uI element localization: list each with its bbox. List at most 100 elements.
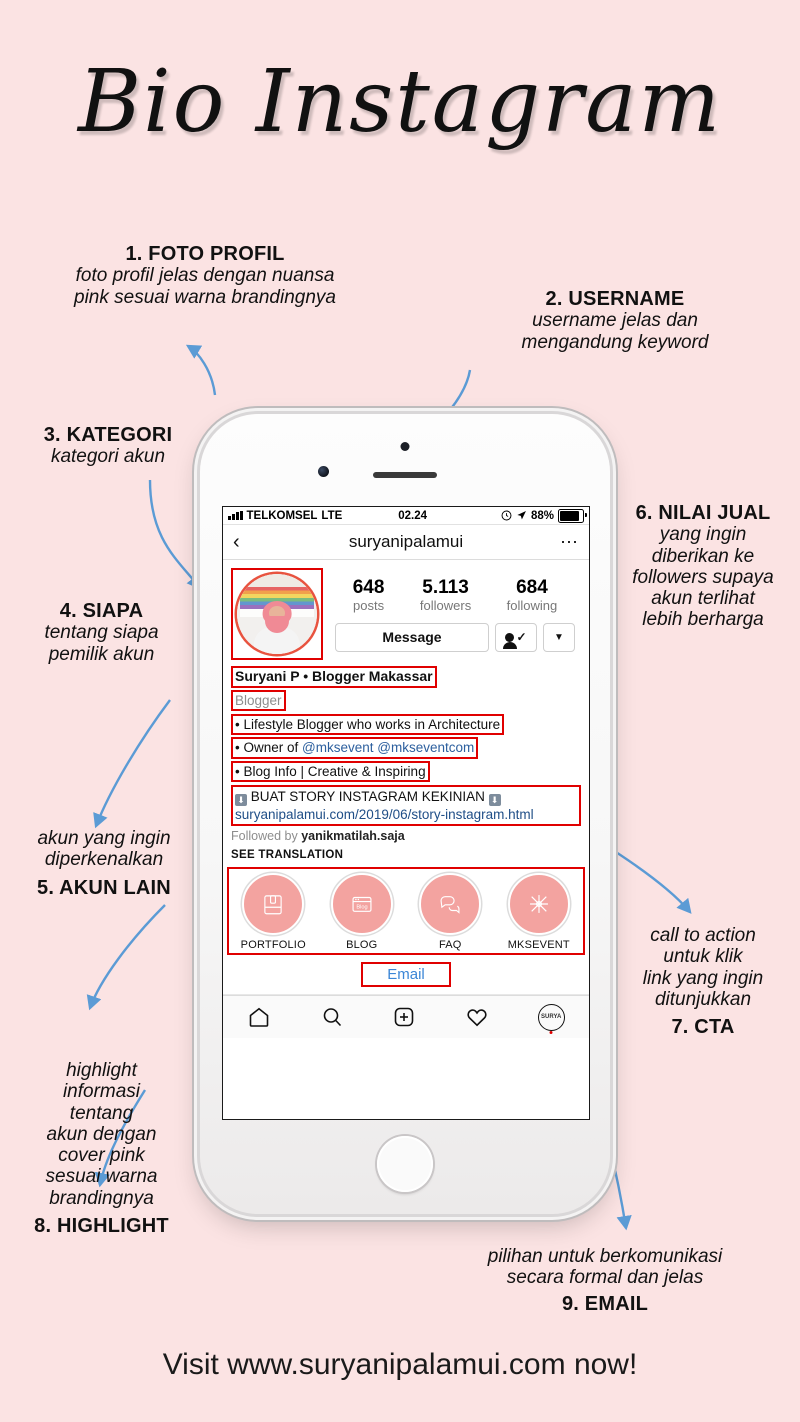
highlights-highlight-box: PORTFOLIO Blog BLOG FAQ MKSEVENT — [227, 867, 585, 956]
home-button[interactable] — [377, 1136, 433, 1192]
location-arrow-icon — [517, 511, 526, 520]
annotation-1-line-1: foto profil jelas dengan nuansa — [75, 265, 335, 287]
arrow-down-box-icon: ⬇ — [235, 793, 247, 806]
annotation-7-line-3: link yang ingin — [642, 967, 764, 989]
proximity-sensor-icon — [400, 442, 410, 451]
stat-followers-label: followers — [419, 597, 472, 613]
more-actions-button[interactable]: ▼ — [543, 622, 575, 652]
following-button[interactable]: ✓ — [495, 622, 537, 652]
annotation-8-heading: 8. HIGHLIGHT — [34, 1214, 169, 1237]
highlight-blog-label: BLOG — [346, 939, 378, 952]
highlight-blog[interactable]: Blog BLOG — [326, 873, 398, 951]
annotation-4-line-1: tentang siapa — [44, 622, 159, 644]
profile-nav-bar: ‹ suryanipalamui ⋯ — [223, 525, 589, 560]
back-icon[interactable]: ‹ — [233, 532, 259, 552]
search-icon[interactable] — [320, 1005, 344, 1029]
highlight-portfolio-label: PORTFOLIO — [240, 939, 306, 952]
highlight-mksevent[interactable]: MKSEVENT — [503, 873, 575, 951]
alarm-icon — [501, 510, 512, 521]
annotation-6-line-3: followers supaya — [632, 566, 774, 588]
message-button[interactable]: Message — [335, 622, 489, 652]
bio-line-2: • Owner of @mksevent @mkseventcom — [231, 737, 479, 759]
followed-by-user[interactable]: yanikmatilah.saja — [301, 829, 405, 843]
infographic-canvas: Bio Instagram 1. FOTO PROFIL foto profil… — [0, 0, 800, 1422]
cta-line: ⬇ BUAT STORY INSTAGRAM KEKINIAN ⬇ — [235, 788, 577, 806]
annotation-7: call to action untuk klik link yang ingi… — [608, 925, 798, 1038]
mention-mkseventcom[interactable]: @mkseventcom — [377, 740, 474, 755]
followed-by-prefix: Followed by — [231, 829, 298, 844]
annotation-1-heading: 1. FOTO PROFIL — [125, 243, 285, 265]
annotation-3: 3. KATEGORI kategori akun — [8, 424, 208, 468]
battery-percent: 88% — [530, 509, 554, 522]
annotation-8-line-2: informasi — [62, 1081, 141, 1103]
annotation-5-line-2: diperkenalkan — [44, 849, 164, 871]
more-options-icon[interactable]: ⋯ — [553, 532, 579, 553]
battery-icon — [558, 508, 587, 523]
sparkle-icon — [507, 873, 570, 936]
phone-mockup: TELKOMSEL LTE 02.24 88% ‹ suryanipalamui… — [200, 414, 610, 1214]
stat-following-label: following — [506, 597, 558, 613]
annotation-9: pilihan untuk berkomunikasi secara forma… — [420, 1246, 790, 1315]
annotation-9-line-2: secara formal dan jelas — [506, 1267, 704, 1289]
avatar[interactable] — [237, 574, 317, 654]
carrier-label: TELKOMSEL — [246, 509, 318, 522]
phone-screen: TELKOMSEL LTE 02.24 88% ‹ suryanipalamui… — [222, 506, 590, 1120]
annotation-6-line-1: yang ingin — [659, 524, 747, 546]
plus-square-icon[interactable] — [392, 1005, 416, 1029]
heart-icon[interactable] — [465, 1005, 489, 1029]
annotation-2-line-1: username jelas dan — [532, 310, 698, 332]
chevron-down-icon: ▼ — [554, 631, 564, 643]
annotation-6: 6. NILAI JUAL yang ingin diberikan ke fo… — [608, 502, 798, 631]
arrow-down-box-icon-2: ⬇ — [488, 793, 501, 806]
annotation-4: 4. SIAPA tentang siapa pemilik akun — [4, 600, 199, 665]
bio-line-3: • Blog Info | Creative & Inspiring — [231, 760, 430, 782]
bio-line-1: • Lifestyle Blogger who works in Archite… — [231, 714, 505, 736]
profile-avatar-icon[interactable]: SURYA — [537, 1003, 565, 1031]
annotation-7-line-2: untuk klik — [663, 946, 743, 968]
status-bar: TELKOMSEL LTE 02.24 88% — [223, 507, 589, 525]
annotation-3-line-1: kategori akun — [50, 446, 166, 468]
see-translation-button[interactable]: SEE TRANSLATION — [223, 843, 589, 867]
annotation-5-line-1: akun yang ingin — [37, 828, 171, 849]
footer-cta: Visit www.suryanipalamui.com now! — [162, 1348, 638, 1381]
annotation-7-line-4: ditunjukkan — [654, 988, 752, 1010]
stat-following[interactable]: 684 following — [507, 578, 558, 613]
profile-actions: Message ✓ ▼ — [331, 615, 579, 652]
stat-followers[interactable]: 5.113 followers — [420, 578, 471, 613]
chat-bubbles-icon — [419, 873, 482, 936]
annotation-1: 1. FOTO PROFIL foto profil jelas dengan … — [20, 243, 390, 308]
profile-header: 648 posts 5.113 followers 684 following — [223, 560, 589, 664]
portfolio-folder-icon — [242, 873, 305, 936]
highlight-faq[interactable]: FAQ — [414, 873, 486, 951]
bio-link[interactable]: suryanipalamui.com/2019/06/story-instagr… — [235, 806, 577, 823]
stat-posts[interactable]: 648 posts — [353, 578, 385, 613]
annotation-8-line-5: cover pink — [58, 1145, 145, 1167]
annotation-6-heading: 6. NILAI JUAL — [635, 502, 771, 524]
annotation-8-line-1: highlight — [66, 1060, 137, 1081]
display-name: Suryani P • Blogger Makassar — [231, 666, 437, 688]
status-time: 02.24 — [398, 509, 428, 522]
highlight-portfolio[interactable]: PORTFOLIO — [237, 873, 309, 951]
stat-following-value: 684 — [516, 577, 548, 598]
stat-posts-value: 648 — [352, 577, 385, 598]
profile-avatar-label: SURYA — [541, 1014, 562, 1021]
annotation-2-heading: 2. USERNAME — [545, 288, 685, 310]
annotation-9-line-1: pilihan untuk berkomunikasi — [487, 1246, 723, 1267]
email-button[interactable]: Email — [361, 962, 451, 988]
annotation-2: 2. USERNAME username jelas dan mengandun… — [450, 288, 780, 353]
highlight-faq-label: FAQ — [438, 939, 462, 952]
cta-text: BUAT STORY INSTAGRAM KEKINIAN — [250, 788, 485, 804]
followed-by: Followed by yanikmatilah.saja — [223, 826, 589, 843]
home-icon[interactable] — [247, 1005, 271, 1029]
profile-stats: 648 posts 5.113 followers 684 following — [331, 568, 579, 615]
mention-mksevent[interactable]: @mksevent — [302, 740, 373, 755]
earpiece-speaker — [373, 472, 437, 478]
stat-followers-value: 5.113 — [422, 577, 469, 598]
profile-bio: Suryani P • Blogger Makassar Blogger • L… — [223, 664, 589, 827]
annotation-7-heading: 7. CTA — [671, 1016, 735, 1039]
annotation-1-line-2: pink sesuai warna brandingnya — [74, 286, 336, 308]
annotation-8: highlight informasi tentang akun dengan … — [4, 1060, 199, 1237]
front-camera-icon — [318, 466, 329, 477]
annotation-8-line-3: tentang — [69, 1102, 134, 1124]
bottom-tab-bar: SURYA — [223, 995, 589, 1039]
